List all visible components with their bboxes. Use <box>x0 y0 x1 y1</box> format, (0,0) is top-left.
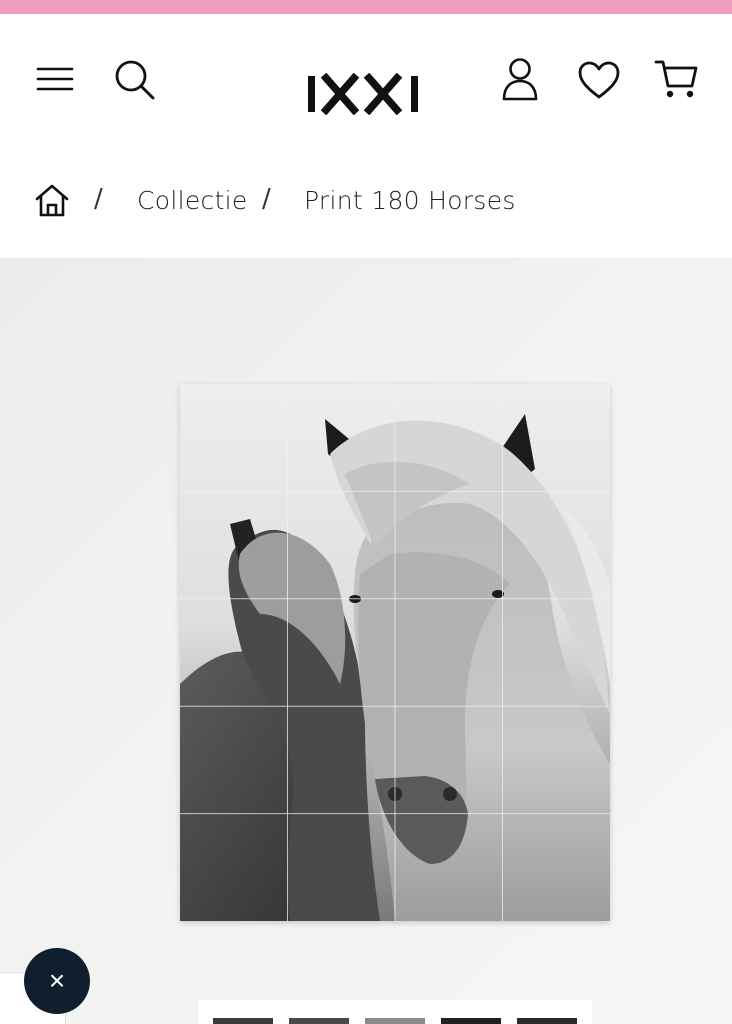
home-icon[interactable] <box>34 184 70 218</box>
cart-icon[interactable] <box>654 58 700 100</box>
account-icon[interactable] <box>500 56 540 102</box>
product-image-area[interactable] <box>0 258 732 1024</box>
top-accent-bar <box>0 0 732 14</box>
thumbnail[interactable] <box>441 1018 501 1024</box>
thumbnail[interactable] <box>365 1018 425 1024</box>
product-image-horses[interactable] <box>180 384 610 921</box>
breadcrumb-link-collectie[interactable]: Collectie <box>137 186 248 215</box>
breadcrumb: / Collectie / Print 180 Horses <box>0 158 732 258</box>
close-button[interactable]: × <box>24 948 90 1014</box>
breadcrumb-separator: / <box>94 184 103 214</box>
search-icon[interactable] <box>113 58 157 102</box>
thumbnail[interactable] <box>517 1018 577 1024</box>
ixxi-logo[interactable] <box>306 72 422 116</box>
thumbnail[interactable] <box>289 1018 349 1024</box>
thumbnail[interactable] <box>213 1018 273 1024</box>
thumbnail-strip <box>198 1000 592 1024</box>
breadcrumb-separator: / <box>262 184 271 214</box>
heart-icon[interactable] <box>577 60 621 100</box>
menu-icon[interactable] <box>36 64 74 94</box>
site-header <box>0 14 732 144</box>
breadcrumb-current-page: Print 180 Horses <box>304 186 516 215</box>
